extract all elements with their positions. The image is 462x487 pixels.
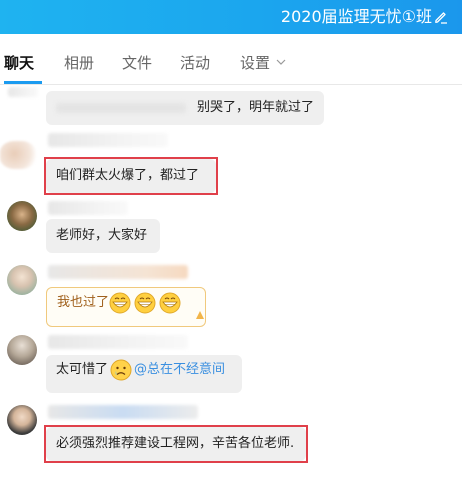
sad-emoji-icon xyxy=(110,359,132,381)
grin-emoji-icon xyxy=(159,292,181,314)
message-list[interactable]: 别哭了，明年就过了 咱们群太火爆了，都过了 老师好，大家好 我也过了 太可惜了 @… xyxy=(0,85,462,487)
grin-emoji-icon xyxy=(109,292,131,314)
message-bubble[interactable]: 必须强烈推荐建设工程网，辛苦各位老师. xyxy=(46,427,306,461)
tab-settings[interactable]: 设置 xyxy=(240,52,286,73)
message-bubble[interactable]: 咱们群太火爆了，都过了 xyxy=(46,159,216,193)
avatar[interactable] xyxy=(7,405,37,435)
tab-activity[interactable]: 活动 xyxy=(180,52,210,73)
message-bubble[interactable]: 我也过了 xyxy=(46,287,206,327)
message-bubble[interactable]: 太可惜了 @总在不经意间 xyxy=(46,355,242,393)
blurred-quote xyxy=(56,102,186,113)
message-text: 我也过了 xyxy=(57,295,110,310)
tab-bar: 聊天 相册 文件 活动 设置 xyxy=(0,34,462,85)
sender-name-blurred xyxy=(48,201,128,215)
message-text: 必须强烈推荐建设工程网，辛苦各位老师. xyxy=(56,436,295,451)
grin-emoji-icon xyxy=(134,292,156,314)
avatar[interactable] xyxy=(7,335,37,365)
tab-album[interactable]: 相册 xyxy=(64,52,94,73)
tab-active-indicator xyxy=(4,81,42,84)
tab-files[interactable]: 文件 xyxy=(122,52,152,73)
message-bubble[interactable]: 别哭了，明年就过了 xyxy=(46,91,324,125)
chevron-down-icon xyxy=(276,59,286,65)
sender-name-blurred xyxy=(48,335,188,349)
mention-link[interactable]: @总在不经意间 xyxy=(134,362,225,377)
message-text: 太可惜了 xyxy=(56,362,109,377)
message-bubble[interactable]: 老师好，大家好 xyxy=(46,219,160,253)
sender-name-blurred xyxy=(48,405,198,419)
sender-name-blurred xyxy=(48,265,188,279)
message-text: 别哭了，明年就过了 xyxy=(196,100,314,115)
avatar[interactable] xyxy=(7,201,37,231)
tab-chat[interactable]: 聊天 xyxy=(4,52,34,73)
message-text: 老师好，大家好 xyxy=(56,228,148,243)
group-title[interactable]: 2020届监理无忧①班 xyxy=(281,7,432,27)
group-header: 2020届监理无忧①班 xyxy=(0,0,462,34)
avatar[interactable] xyxy=(7,265,37,295)
avatar-blurred xyxy=(8,87,38,97)
edit-icon[interactable] xyxy=(434,10,448,24)
message-text: 咱们群太火爆了，都过了 xyxy=(56,168,200,183)
sender-name-blurred xyxy=(48,133,168,147)
tab-settings-label: 设置 xyxy=(240,54,271,72)
decoration-icon xyxy=(196,311,204,319)
avatar[interactable] xyxy=(0,141,36,169)
